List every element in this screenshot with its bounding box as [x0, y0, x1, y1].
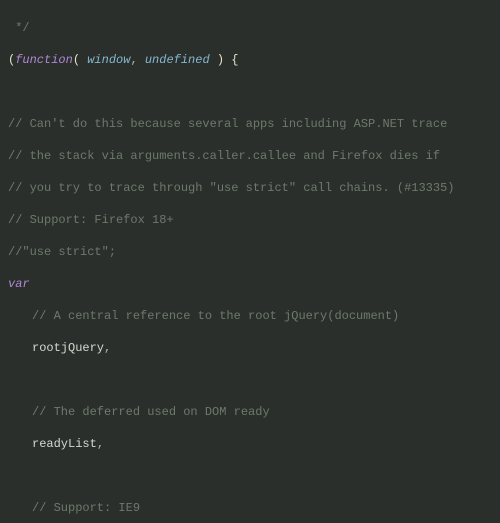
comment-text: // A central reference to the root jQuer…	[32, 309, 399, 323]
param-window: window	[87, 53, 130, 67]
comment-text: // The deferred used on DOM ready	[32, 405, 270, 419]
code-line: // Support: IE9	[8, 500, 492, 516]
comma: ,	[104, 341, 111, 355]
code-line: */	[8, 20, 492, 36]
keyword-var: var	[8, 277, 30, 291]
comment-text: // you try to trace through "use strict"…	[8, 181, 454, 195]
paren: (	[73, 53, 87, 67]
comment-text: // Can't do this because several apps in…	[8, 117, 447, 131]
code-line: rootjQuery,	[8, 340, 492, 356]
code-line: // The deferred used on DOM ready	[8, 404, 492, 420]
comma: ,	[130, 53, 144, 67]
comment-text: // Support: Firefox 18+	[8, 213, 174, 227]
code-line: readyList,	[8, 436, 492, 452]
code-line-blank	[8, 468, 492, 484]
code-line: // Support: Firefox 18+	[8, 212, 492, 228]
code-line-blank	[8, 84, 492, 100]
code-line: // A central reference to the root jQuer…	[8, 308, 492, 324]
code-line: // Can't do this because several apps in…	[8, 116, 492, 132]
param-undefined: undefined	[145, 53, 210, 67]
comment-text: */	[8, 21, 30, 35]
code-line: // you try to trace through "use strict"…	[8, 180, 492, 196]
identifier: readyList	[32, 437, 97, 451]
code-line-blank	[8, 372, 492, 388]
code-line: // the stack via arguments.caller.callee…	[8, 148, 492, 164]
brace: ) {	[210, 53, 239, 67]
keyword-function: function	[15, 53, 73, 67]
code-line: (function( window, undefined ) {	[8, 52, 492, 68]
code-line: var	[8, 276, 492, 292]
comment-text: // the stack via arguments.caller.callee…	[8, 149, 440, 163]
code-line: //"use strict";	[8, 244, 492, 260]
comma: ,	[97, 437, 104, 451]
code-editor[interactable]: */ (function( window, undefined ) { // C…	[0, 0, 500, 523]
comment-text: //"use strict";	[8, 245, 116, 259]
identifier: rootjQuery	[32, 341, 104, 355]
comment-text: // Support: IE9	[32, 501, 140, 515]
